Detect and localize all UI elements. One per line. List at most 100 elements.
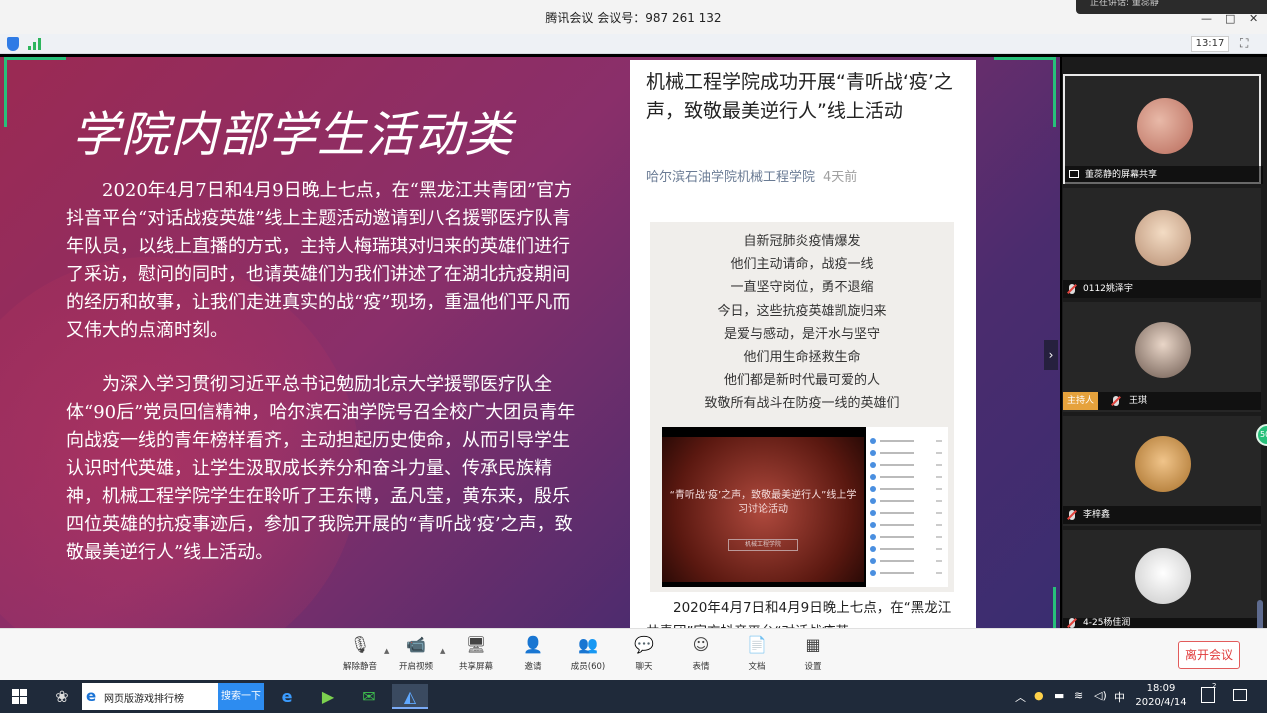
network-signal-icon[interactable] [28, 38, 42, 50]
expand-panel-arrow-icon[interactable]: › [1044, 340, 1058, 370]
document-button[interactable]: 📄 文档 [729, 633, 785, 677]
document-label: 文档 [748, 662, 766, 672]
maximize-icon[interactable]: □ [1225, 12, 1235, 25]
unmute-button[interactable]: 🎙 解除静音 [332, 633, 388, 677]
tray-chevron-icon[interactable]: ︿ [1015, 689, 1026, 705]
share-screen-label: 共享屏幕 [458, 662, 493, 672]
participant-name-bar: 0112姚泽宇 [1063, 280, 1261, 298]
share-screen-button[interactable]: 🖥 共享屏幕 [448, 633, 504, 677]
participant-tile[interactable]: 0112姚泽宇 [1063, 188, 1261, 298]
mic-off-icon [1069, 618, 1075, 628]
slide-corner-line [4, 57, 66, 60]
poem-line: 致敬所有战斗在防疫一线的英雄们 [704, 396, 900, 412]
mic-off-icon [1069, 284, 1075, 294]
participants-panel: 董蕊静的屏幕共享 0112姚泽宇 主持人 王琪 李梓鑫 4-25杨佳润 [1062, 57, 1267, 628]
poem-line: 他们都是新时代最可爱的人 [723, 373, 880, 389]
poem-line: 今日，这些抗疫英雄凯旋归来 [717, 303, 887, 319]
fullscreen-icon[interactable]: ⛶ [1240, 36, 1248, 51]
tencent-meeting-icon[interactable]: ◭ [392, 684, 428, 709]
invite-button[interactable]: 👤 邀请 [505, 633, 561, 677]
video-member-list [866, 427, 948, 587]
minimize-icon[interactable]: — [1201, 12, 1212, 25]
task-view-icon[interactable]: ❀ [44, 684, 80, 709]
windows-start-icon[interactable] [12, 689, 27, 704]
security-shield-icon[interactable] [7, 37, 19, 51]
list-item [870, 557, 944, 565]
screen-share-icon [1069, 170, 1079, 178]
list-item [870, 437, 944, 445]
slide-paragraph-1: 2020年4月7日和4月9日晚上七点，在“黑龙江共青团”官方抖音平台“对话战疫英… [66, 180, 573, 341]
participant-name-bar: 主持人 王琪 [1063, 392, 1261, 410]
settings-button[interactable]: ▦ 设置 [785, 633, 841, 677]
start-video-button[interactable]: 📹 开启视频 [388, 633, 444, 677]
notification-icon[interactable]: 2 [1201, 682, 1216, 703]
participant-tile[interactable]: 董蕊静的屏幕共享 [1063, 74, 1263, 184]
media-player-icon[interactable]: ▶ [310, 684, 346, 709]
slide-corner-line [1053, 587, 1056, 628]
participant-name: 董蕊静的屏幕共享 [1085, 170, 1158, 180]
participant-tile[interactable]: 4-25杨佳润 [1063, 530, 1261, 628]
article-source: 哈尔滨石油学院机械工程学院 [646, 170, 816, 185]
camera-off-icon: 📹 [406, 635, 426, 654]
poem-line: 他们主动请命，战疫一线 [730, 257, 874, 273]
share-screen-icon: 🖥 [465, 635, 487, 654]
speaking-notification: 正在讲话: 董蕊静 [1076, 0, 1267, 14]
mic-off-icon: 🎙 [349, 635, 371, 654]
speaking-notification-text: 正在讲话: 董蕊静 [1090, 0, 1159, 8]
settings-label: 设置 [804, 662, 822, 672]
start-video-label: 开启视频 [398, 662, 433, 672]
participant-tile[interactable]: 主持人 王琪 [1063, 302, 1261, 412]
poem-line: 一直坚守岗位，勇不退缩 [730, 280, 874, 296]
system-clock[interactable]: 18:09 2020/4/14 [1132, 682, 1190, 710]
slide-paragraph-2: 为深入学习贯彻习近平总书记勉励北京大学援鄂医疗队全体“90后”党员回信精神，哈尔… [66, 374, 576, 563]
emoji-label: 表情 [692, 662, 710, 672]
video-badge: 机械工程学院 [728, 539, 798, 551]
meeting-info-strip: 13:17 ⛶ [0, 34, 1267, 54]
list-item [870, 509, 944, 517]
ie-icon: e [86, 687, 97, 705]
emoji-button[interactable]: ☺ 表情 [673, 633, 729, 677]
invite-label: 邀请 [524, 662, 542, 672]
unmute-label: 解除静音 [342, 662, 377, 672]
internet-explorer-icon[interactable]: e [269, 684, 305, 709]
slide-corner-line [994, 57, 1056, 60]
meeting-toolbar: 🎙 解除静音 ▲ 📹 开启视频 ▲ 🖥 共享屏幕 👤 邀请 👥 成员(60) 💬… [0, 628, 1267, 680]
article-screenshot: 机械工程学院成功开展“青听战‘疫’之声，致敬最美逆行人”线上活动 哈尔滨石油学院… [630, 60, 976, 628]
poem-text: 自新冠肺炎疫情爆发 他们主动请命，战疫一线 一直坚守岗位，勇不退缩 今日，这些抗… [650, 230, 954, 416]
action-center-icon[interactable] [1233, 689, 1247, 701]
avatar [1135, 436, 1191, 492]
volume-icon[interactable]: ◁) [1094, 689, 1107, 702]
invite-icon: 👤 [523, 635, 543, 654]
list-item [870, 569, 944, 577]
list-item [870, 521, 944, 529]
article-meta: 哈尔滨石油学院机械工程学院 4天前 [646, 166, 857, 185]
slide-corner-line [1053, 57, 1056, 127]
members-label: 成员(60) [570, 662, 606, 672]
members-button[interactable]: 👥 成员(60) [560, 633, 616, 677]
avatar [1137, 98, 1193, 154]
battery-icon[interactable]: ▬ [1054, 689, 1064, 702]
avatar [1135, 548, 1191, 604]
tray-app-icon[interactable]: ● [1034, 689, 1044, 702]
search-button[interactable]: 搜索一下 [218, 683, 264, 710]
search-query: 网页版游戏排行榜 [104, 694, 184, 705]
wechat-icon[interactable]: ✉ [351, 684, 387, 709]
ime-indicator[interactable]: 中 [1114, 689, 1125, 705]
article-body: 2020年4月7日和4月9日晚上七点，在“黑龙江共青团”官方抖音平台“对话战疫英 [646, 600, 952, 628]
avatar [1135, 210, 1191, 266]
list-item [870, 473, 944, 481]
wifi-icon[interactable]: ≋ [1074, 689, 1083, 702]
video-options-chevron-icon[interactable]: ▲ [440, 647, 445, 655]
settings-icon: ▦ [805, 635, 821, 654]
mic-off-icon [1113, 396, 1119, 406]
clock-time: 18:09 [1146, 683, 1176, 694]
close-icon[interactable]: ✕ [1249, 12, 1258, 25]
chat-button[interactable]: 💬 聊天 [616, 633, 672, 677]
article-time: 4天前 [823, 170, 858, 185]
participant-tile[interactable]: 李梓鑫 [1063, 416, 1261, 526]
leave-meeting-button[interactable]: 离开会议 [1178, 641, 1240, 669]
participant-name-bar: 4-25杨佳润 [1063, 618, 1261, 628]
poem-line: 是爱与感动，是汗水与坚守 [723, 326, 880, 342]
notification-count: 2 [1212, 682, 1217, 690]
browser-search-box[interactable]: e 网页版游戏排行榜 搜索一下 [82, 683, 264, 710]
